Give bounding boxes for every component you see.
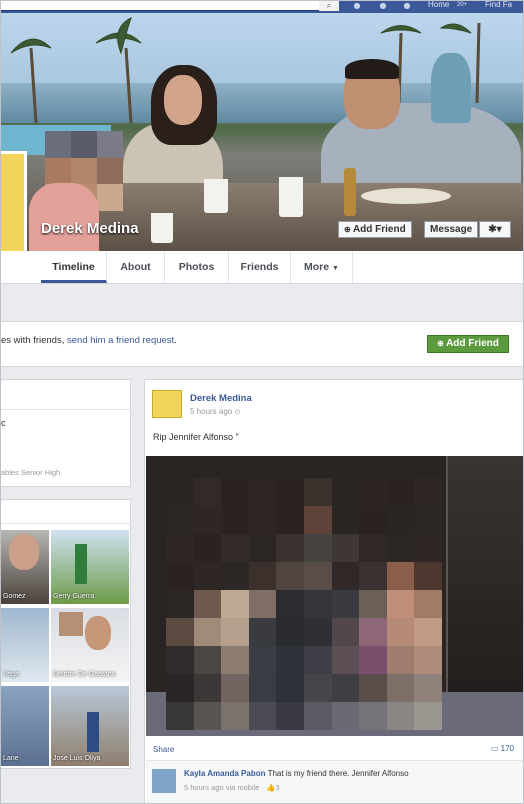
friend-face [9,534,39,570]
home-link[interactable]: Home [428,1,449,11]
tab-friends[interactable]: Friends [229,251,291,283]
top-navigation-bar: ⌕ ● ● ● Home 20+ Find Fa [1,1,523,13]
post-timestamp[interactable]: 5 hours ago ⊙ [190,407,240,416]
share-link[interactable]: Share [153,745,174,754]
cup [279,177,303,217]
messages-icon[interactable]: ● [377,1,389,11]
child-body [29,183,99,251]
add-friend-button[interactable]: ⊕ Add Friend [338,221,412,238]
timeline-post: Derek Medina 5 hours ago ⊙ Rip Jennifer … [144,379,523,803]
add-friend-green-button[interactable]: ⊕ Add Friend [427,335,509,353]
comment-likes-count[interactable]: 3 [275,783,279,792]
friend-photo[interactable]: Vega [1,608,49,682]
friend-name-caption: Deirdre De Gaetano [53,671,116,678]
friend-name-caption: Jose Luis Oliya [53,755,101,762]
globe-icon: ⊙ [234,409,241,416]
facebook-profile-page: ⌕ ● ● ● Home 20+ Find Fa Derek Medina ⊕ … [0,0,524,804]
tab-more-label: More [304,261,330,273]
plate [361,188,451,204]
magnifier-icon: ⌕ [326,1,332,10]
gear-icon: ✱ [488,224,497,235]
friend-name-caption: Lane [3,755,19,762]
friend-figure [87,712,99,752]
post-author-name[interactable]: Derek Medina [190,393,252,404]
friend-requests-icon[interactable]: ● [351,1,363,11]
education-text[interactable]: ables Senior High [1,468,60,477]
profile-name[interactable]: Derek Medina [41,220,139,237]
friend-photo[interactable]: Lane [1,686,49,766]
man-hair [345,59,399,79]
about-card: c ables Senior High [1,379,131,487]
tab-timeline[interactable]: Timeline [41,251,107,283]
background-person [431,53,471,123]
search-input[interactable] [1,1,339,11]
notifications-icon[interactable]: ● [401,1,413,11]
friend-photo[interactable]: Gerry Guerra [51,530,129,604]
tab-photos[interactable]: Photos [165,251,229,283]
friend-photo[interactable]: Jose Luis Oliya [51,686,129,766]
tab-about[interactable]: About [107,251,165,283]
friends-card: Gomez Gerry Guerra Vega Deirdre De Gaeta… [1,499,131,769]
friend-name-caption: Vega [3,671,19,678]
comment-timestamp[interactable]: 5 hours ago via mobile · [184,783,266,792]
friend-request-punct: . [174,335,177,346]
friend-mosaic-face [59,612,83,636]
blurred-photo-mosaic [166,478,442,730]
add-friend-icon: ⊕ [437,339,447,348]
post-text: Rip Jennifer Alfonso " [153,432,239,442]
post-time-text: 5 hours ago [190,407,233,416]
friend-name-caption: Gerry Guerra [53,593,95,600]
profile-tabs: Timeline About Photos Friends More ▼ [1,251,523,284]
comment: Kayla Amanda Pabon That is my friend the… [184,769,409,778]
tab-more[interactable]: More ▼ [291,251,353,283]
comment-list: Kayla Amanda Pabon That is my friend the… [146,760,523,803]
send-friend-request-link[interactable]: send him a friend request [67,335,174,346]
cup [151,213,173,243]
search-button[interactable]: ⌕ [319,1,339,11]
comment-icon: ▭ [490,744,501,753]
friend-request-text: es with friends, [1,335,67,346]
woman-face [164,75,202,125]
cup [204,179,228,213]
friend-request-banner: es with friends, send him a friend reque… [1,321,523,367]
friend-figure [75,544,87,584]
add-friend-label: Add Friend [352,224,406,235]
message-label: Message [430,224,473,235]
commenter-avatar[interactable] [152,769,176,793]
comment-count-value: 170 [500,744,514,753]
message-button[interactable]: Message [424,221,479,238]
home-count-badge: 20+ [457,2,468,8]
about-card-header [1,380,131,410]
bottle [344,168,356,216]
friends-card-header [1,500,131,524]
comment-count[interactable]: ▭ 170 [491,744,514,753]
friend-face [85,616,111,650]
friend-request-message: es with friends, send him a friend reque… [1,335,177,346]
friend-name-caption: Gomez [3,593,26,600]
find-friends-link[interactable]: Find Fa [485,1,512,11]
settings-dropdown-button[interactable]: ✱▾ [479,221,511,238]
commenter-name[interactable]: Kayla Amanda Pabon [184,769,266,778]
chevron-down-icon: ▼ [332,265,339,272]
friend-photo[interactable]: Deirdre De Gaetano [51,608,129,682]
post-author-avatar[interactable] [152,390,182,418]
chevron-down-icon: ▾ [496,224,502,235]
friend-photo[interactable]: Gomez [1,530,49,604]
cover-photo [1,13,523,251]
comment-text: That is my friend there. Jennifer Alfons… [267,769,409,778]
about-intro-text: c [1,418,6,428]
post-photo[interactable] [146,456,523,736]
add-friend-icon: ⊕ [344,225,353,234]
comment-meta: 5 hours ago via mobile · 👍3 [184,783,280,792]
add-friend-green-label: Add Friend [446,338,499,349]
